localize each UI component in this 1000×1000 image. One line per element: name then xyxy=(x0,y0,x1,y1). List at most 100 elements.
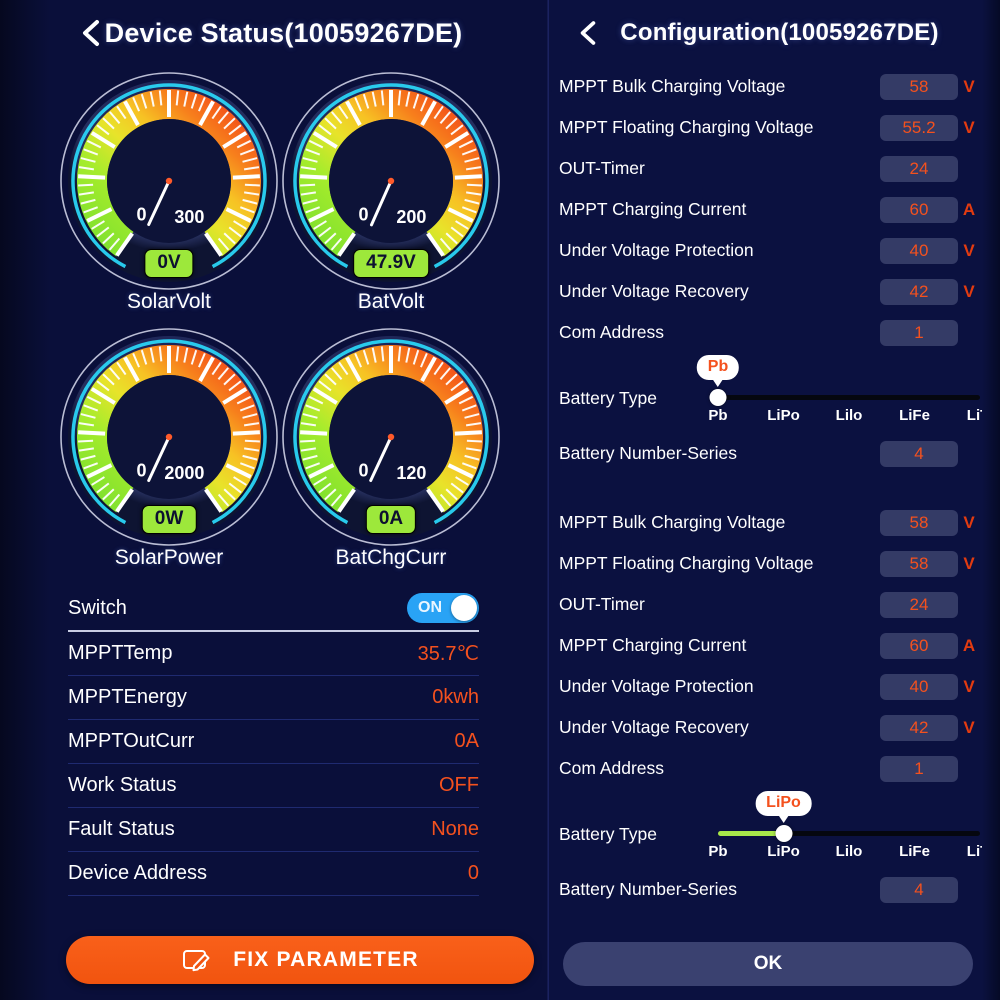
slider-tick-label[interactable]: LiTi xyxy=(967,843,993,860)
slider-tick-label[interactable]: Lilo xyxy=(836,843,863,860)
config-row-label: Battery Number-Series xyxy=(559,879,737,899)
gauge-dial: 0 200 47.9V xyxy=(280,70,502,292)
config-unit-label: V xyxy=(963,76,975,96)
config-row: Under Voltage Recovery 42 V xyxy=(559,271,980,312)
gauge-dial: 0 2000 0W xyxy=(58,326,280,548)
battery-type-row: Battery Type LiPo Pb LiPo Lilo LiFe LiTi xyxy=(559,791,993,869)
svg-text:0: 0 xyxy=(136,204,146,224)
svg-text:0: 0 xyxy=(358,460,368,480)
config-value-input[interactable]: 24 xyxy=(880,155,958,182)
config-row-label: MPPT Bulk Charging Voltage xyxy=(559,512,786,532)
config-value-input[interactable]: 40 xyxy=(880,237,958,264)
switch-state-text: ON xyxy=(418,599,442,616)
back-button-configuration[interactable] xyxy=(571,16,605,50)
config-row-label: MPPT Charging Current xyxy=(559,635,747,655)
config-row: MPPT Charging Current 60 A xyxy=(559,625,980,666)
ok-button[interactable]: OK xyxy=(563,942,973,986)
slider-track[interactable] xyxy=(718,395,980,400)
device-status-header: Device Status(10059267DE) xyxy=(0,0,547,66)
status-row: MPPTTemp 35.7℃ xyxy=(68,632,479,676)
fix-parameter-label: FIX PARAMETER xyxy=(233,948,419,971)
config-unit-label: A xyxy=(962,635,976,655)
config-value-input[interactable]: 60 xyxy=(880,196,958,223)
slider-tick-label[interactable]: Pb xyxy=(708,407,727,424)
edit-pencil-icon xyxy=(183,950,210,972)
configuration-panel: Configuration(10059267DE) MPPT Bulk Char… xyxy=(548,0,1000,1000)
config-value-input[interactable]: 40 xyxy=(880,673,958,700)
status-row-label: MPPTOutCurr xyxy=(68,730,195,752)
config-row: OUT-Timer 24 xyxy=(559,584,980,625)
svg-text:120: 120 xyxy=(396,463,426,483)
battery-type-label: Battery Type xyxy=(559,824,657,844)
slider-tick-label[interactable]: LiFe xyxy=(899,407,930,424)
config-unit-label xyxy=(958,759,980,779)
config-unit-label xyxy=(958,880,980,900)
slider-knob[interactable] xyxy=(709,389,727,406)
config-row: Com Address 1 xyxy=(559,312,980,353)
slider-tick-labels: Pb LiPo Lilo LiFe LiTi xyxy=(708,407,993,429)
config-value-input[interactable]: 58 xyxy=(880,509,958,536)
config-row: MPPT Floating Charging Voltage 55.2 V xyxy=(559,107,980,148)
switch-toggle[interactable]: ON xyxy=(407,593,479,623)
slider-knob[interactable] xyxy=(775,825,792,842)
config-row-label: OUT-Timer xyxy=(559,158,645,178)
config-row: MPPT Bulk Charging Voltage 58 V xyxy=(559,66,980,107)
back-button-device-status[interactable] xyxy=(74,16,108,50)
gauge-dial: 0 300 0V xyxy=(58,70,280,292)
config-value-input[interactable]: 4 xyxy=(880,876,958,903)
config-value-input[interactable]: 1 xyxy=(880,755,958,782)
status-row-switch: Switch ON xyxy=(68,586,479,632)
configuration-title: Configuration(10059267DE) xyxy=(620,19,939,46)
config-value-input[interactable]: 58 xyxy=(880,73,958,100)
config-value-input[interactable]: 24 xyxy=(880,591,958,618)
config-value-input[interactable]: 60 xyxy=(880,632,958,659)
config-value-input[interactable]: 58 xyxy=(880,550,958,577)
app-screen: Device Status(10059267DE) 0 300 0V SolarV… xyxy=(0,0,1000,1000)
config-value-input[interactable]: 42 xyxy=(880,714,958,741)
battery-type-label: Battery Type xyxy=(559,388,657,408)
slider-tick-label[interactable]: LiFe xyxy=(899,843,930,860)
slider-tick-label[interactable]: Pb xyxy=(708,843,727,860)
config-value-input[interactable]: 4 xyxy=(880,440,958,467)
slider-tick-label[interactable]: LiPo xyxy=(767,843,800,860)
status-row-label: MPPTTemp xyxy=(68,642,173,664)
status-row: MPPTOutCurr 0A xyxy=(68,720,479,764)
config-row: Battery Number-Series 4 xyxy=(559,433,980,474)
config-row-label: Com Address xyxy=(559,322,665,342)
slider-tick-label[interactable]: Lilo xyxy=(836,407,863,424)
config-row-label: Under Voltage Recovery xyxy=(559,717,749,737)
status-row: Fault Status None xyxy=(68,808,479,852)
status-row-value: OFF xyxy=(439,774,479,796)
config-row: OUT-Timer 24 xyxy=(559,148,980,189)
slider-tick-label[interactable]: LiTi xyxy=(967,407,993,424)
config-unit-label: V xyxy=(963,553,975,573)
config-value-input[interactable]: 1 xyxy=(880,319,958,346)
config-row: Under Voltage Protection 40 V xyxy=(559,230,980,271)
config-unit-label: V xyxy=(963,676,975,696)
gauge-label: BatVolt xyxy=(357,290,425,313)
config-row-label: MPPT Floating Charging Voltage xyxy=(559,553,814,573)
config-section-2: MPPT Bulk Charging Voltage 58 V MPPT Floati… xyxy=(559,502,993,910)
slider-tick-label[interactable]: LiPo xyxy=(767,407,800,424)
chevron-left-icon xyxy=(83,20,99,46)
config-unit-label xyxy=(958,159,980,179)
configuration-body: MPPT Bulk Charging Voltage 58 V MPPT Floati… xyxy=(549,66,1000,910)
gauge-value-badge: 0A xyxy=(365,505,417,534)
config-value-input[interactable]: 55.2 xyxy=(880,114,958,141)
config-unit-label xyxy=(958,323,980,343)
config-row-label: Battery Number-Series xyxy=(559,443,737,463)
gauge-label: SolarVolt xyxy=(126,290,212,313)
config-unit-label: V xyxy=(963,281,975,301)
config-section-divider xyxy=(559,474,980,502)
config-value-input[interactable]: 42 xyxy=(880,278,958,305)
svg-text:2000: 2000 xyxy=(164,463,204,483)
gauge-label: BatChgCurr xyxy=(335,546,447,569)
configuration-header: Configuration(10059267DE) xyxy=(549,0,1000,66)
battery-type-row: Battery Type Pb Pb LiPo Lilo LiFe LiTi xyxy=(559,355,993,433)
fix-parameter-button[interactable]: FIX PARAMETER xyxy=(66,936,534,984)
config-unit-label xyxy=(958,595,980,615)
status-row-value: None xyxy=(431,818,479,840)
gauge-value-badge: 0W xyxy=(141,505,197,534)
status-row: MPPTEnergy 0kwh xyxy=(68,676,479,720)
config-row-label: MPPT Charging Current xyxy=(559,199,747,219)
